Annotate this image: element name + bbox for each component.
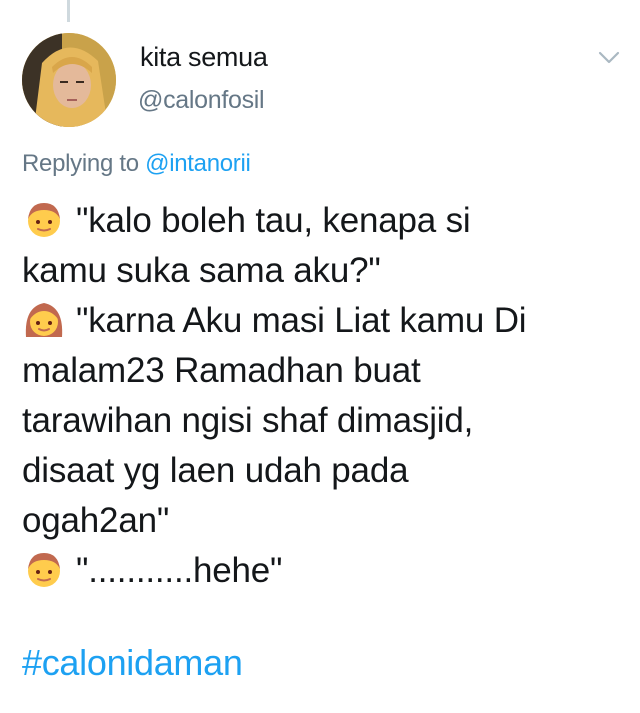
tweet-text: "kalo boleh tau, kenapa si kamu suka sam… [22, 196, 622, 596]
tweet-line: kamu suka sama aku?" [22, 246, 622, 296]
tweet-line-text: "kalo boleh tau, kenapa si [76, 201, 471, 240]
tweet-line: tarawihan ngisi shaf dimasjid, [22, 396, 622, 446]
reply-context-prefix: Replying to [22, 150, 139, 177]
avatar[interactable] [22, 33, 116, 127]
tweet-line-text: kamu suka sama aku?" [22, 251, 381, 290]
tweet-line-text: malam23 Ramadhan buat [22, 351, 421, 390]
tweet-line: malam23 Ramadhan buat [22, 346, 622, 396]
tweet-line: "kalo boleh tau, kenapa si [22, 196, 622, 246]
hashtag-link[interactable]: #calonidaman [22, 642, 243, 684]
chevron-down-icon[interactable] [597, 50, 621, 66]
reply-context: Replying to @intanorii [22, 150, 251, 178]
girl-emoji-icon [22, 297, 66, 341]
boy-emoji-icon [22, 197, 66, 241]
tweet-line: ogah2an" [22, 496, 622, 546]
boy-emoji-icon [22, 547, 66, 591]
reply-mention-link[interactable]: @intanorii [145, 150, 251, 177]
tweet-line: "...........hehe" [22, 546, 622, 596]
tweet-line-text: "...........hehe" [76, 551, 283, 590]
author-display-name[interactable]: kita semua [140, 42, 268, 73]
tweet-line-text: tarawihan ngisi shaf dimasjid, [22, 401, 474, 440]
tweet-line-text: ogah2an" [22, 501, 170, 540]
tweet-line: "karna Aku masi Liat kamu Di [22, 296, 622, 346]
tweet-line-text: disaat yg laen udah pada [22, 451, 409, 490]
avatar-image [22, 33, 116, 127]
thread-connector-line [67, 0, 70, 22]
tweet-line: disaat yg laen udah pada [22, 446, 622, 496]
author-handle[interactable]: @calonfosil [138, 86, 265, 115]
tweet-line-text: "karna Aku masi Liat kamu Di [76, 301, 527, 340]
